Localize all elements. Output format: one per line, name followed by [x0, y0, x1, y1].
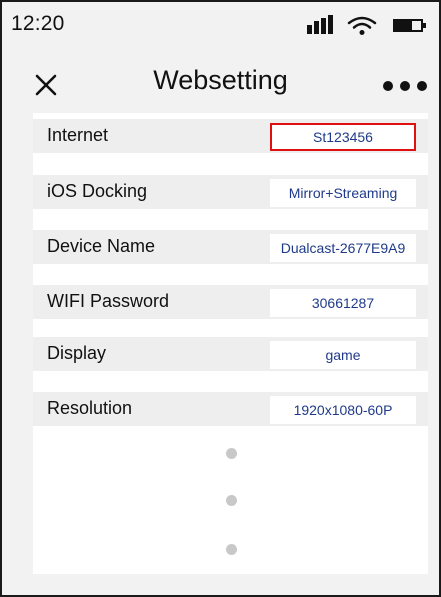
- setting-row-display: Display game: [33, 337, 428, 371]
- setting-label: Display: [47, 343, 107, 363]
- loading-dot: [226, 448, 237, 459]
- header: Websetting: [2, 58, 439, 108]
- internet-value-field[interactable]: St123456: [270, 123, 416, 151]
- display-value-field[interactable]: game: [270, 341, 416, 369]
- setting-label: iOS Docking: [47, 181, 148, 201]
- setting-row-device-name: Device Name Dualcast-2677E9A9: [33, 230, 428, 264]
- loading-dot: [226, 495, 237, 506]
- status-time: 12:20: [11, 12, 65, 35]
- battery-icon: [393, 19, 427, 32]
- loading-dot: [226, 544, 237, 555]
- setting-row-internet: Internet St123456: [33, 119, 428, 153]
- device-name-value-field[interactable]: Dualcast-2677E9A9: [270, 234, 416, 262]
- page-title: Websetting: [153, 65, 288, 95]
- resolution-value-field[interactable]: 1920x1080-60P: [270, 396, 416, 424]
- phone-frame: 12:20 Websetting Internet St123456 iOS D…: [0, 0, 441, 597]
- setting-row-ios-docking: iOS Docking Mirror+Streaming: [33, 175, 428, 209]
- signal-icon: [307, 15, 333, 34]
- wifi-password-value-field[interactable]: 30661287: [270, 289, 416, 317]
- wifi-icon: [347, 16, 377, 35]
- status-bar: 12:20: [2, 2, 439, 50]
- setting-label: Internet: [47, 125, 109, 145]
- setting-row-resolution: Resolution 1920x1080-60P: [33, 392, 428, 426]
- setting-label: Resolution: [47, 398, 133, 418]
- ios-docking-value-field[interactable]: Mirror+Streaming: [270, 179, 416, 207]
- setting-row-wifi-password: WIFI Password 30661287: [33, 285, 428, 319]
- setting-label: WIFI Password: [47, 291, 170, 311]
- setting-label: Device Name: [47, 236, 156, 256]
- more-icon[interactable]: [383, 78, 429, 92]
- settings-panel: Internet St123456 iOS Docking Mirror+Str…: [33, 113, 428, 574]
- status-icons: [303, 15, 433, 36]
